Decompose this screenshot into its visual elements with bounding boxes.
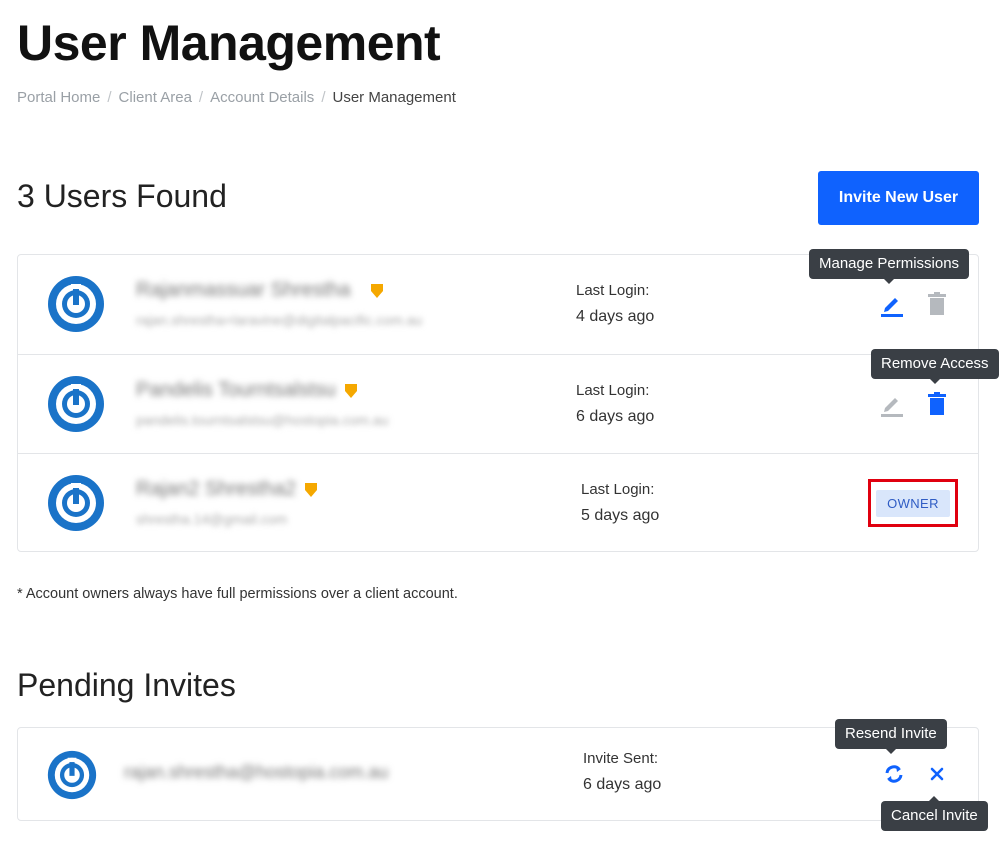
user-row: Pandelis Tourntsalstsu pandelis.tourntsa… — [18, 354, 978, 453]
breadcrumb-portal-home[interactable]: Portal Home — [17, 89, 100, 106]
owner-highlight: OWNER — [868, 479, 958, 527]
power-logo-icon — [48, 475, 104, 531]
user-row: Rajan2 Shrestha2 shrestha.14@gmail.com L… — [18, 453, 978, 552]
refresh-icon — [885, 765, 903, 783]
users-list: Rajanmassuar Shrestha rajan.shrestha+lar… — [17, 254, 979, 552]
close-icon — [930, 767, 944, 781]
shield-icon — [371, 284, 383, 298]
last-login-value: 6 days ago — [576, 408, 655, 425]
power-logo-icon — [47, 750, 97, 800]
manage-permissions-tooltip: Manage Permissions — [809, 249, 970, 284]
last-login-value: 5 days ago — [581, 507, 660, 524]
breadcrumb-account-details[interactable]: Account Details — [210, 89, 314, 106]
last-login-label: Last Login: — [581, 481, 655, 498]
user-email: pandelis.tourntsalstsu@hostopia.com.au — [136, 412, 389, 428]
invite-new-user-button[interactable]: Invite New User — [818, 171, 979, 225]
user-name: Rajanmassuar Shrestha — [136, 279, 351, 301]
invite-email: rajan.shrestha@hostopia.com.au — [124, 762, 389, 782]
user-name: Rajan2 Shrestha2 — [136, 478, 297, 500]
shield-icon — [345, 384, 357, 398]
invite-sent-label: Invite Sent: — [583, 750, 659, 767]
resend-invite-button[interactable] — [880, 760, 908, 788]
breadcrumb-separator: / — [107, 89, 112, 106]
page-title: User Management — [17, 15, 441, 71]
pencil-icon — [881, 398, 903, 417]
resend-invite-tooltip: Resend Invite — [835, 719, 947, 754]
owner-permissions-note: * Account owners always have full permis… — [17, 586, 458, 602]
breadcrumb: Portal Home / Client Area / Account Deta… — [17, 89, 456, 106]
remove-access-button[interactable] — [923, 290, 951, 318]
remove-access-tooltip: Remove Access — [871, 349, 999, 384]
remove-access-button[interactable] — [923, 390, 951, 418]
power-logo-icon — [48, 276, 104, 332]
owner-badge: OWNER — [876, 489, 950, 517]
breadcrumb-separator: / — [321, 89, 326, 106]
trash-icon — [928, 392, 946, 415]
user-email: rajan.shrestha+laravine@digitalpacific.c… — [136, 312, 423, 328]
last-login-label: Last Login: — [576, 382, 650, 399]
user-email: shrestha.14@gmail.com — [136, 511, 288, 527]
pencil-icon — [881, 298, 903, 317]
user-name: Pandelis Tourntsalstsu — [136, 379, 336, 401]
breadcrumb-client-area[interactable]: Client Area — [119, 89, 192, 106]
invite-sent-value: 6 days ago — [583, 776, 662, 793]
manage-permissions-button[interactable] — [878, 390, 906, 418]
trash-icon — [928, 292, 946, 315]
shield-icon — [305, 483, 317, 497]
power-logo-icon — [48, 376, 104, 432]
pending-invites-heading: Pending Invites — [17, 667, 236, 703]
last-login-value: 4 days ago — [576, 308, 655, 325]
cancel-invite-button[interactable] — [923, 760, 951, 788]
breadcrumb-current: User Management — [332, 89, 456, 106]
users-count-heading: 3 Users Found — [17, 178, 227, 214]
invite-row: rajan.shrestha@hostopia.com.au Invite Se… — [18, 728, 978, 820]
manage-permissions-button[interactable] — [878, 290, 906, 318]
last-login-label: Last Login: — [576, 282, 650, 299]
cancel-invite-tooltip: Cancel Invite — [881, 796, 988, 831]
breadcrumb-separator: / — [198, 89, 204, 106]
